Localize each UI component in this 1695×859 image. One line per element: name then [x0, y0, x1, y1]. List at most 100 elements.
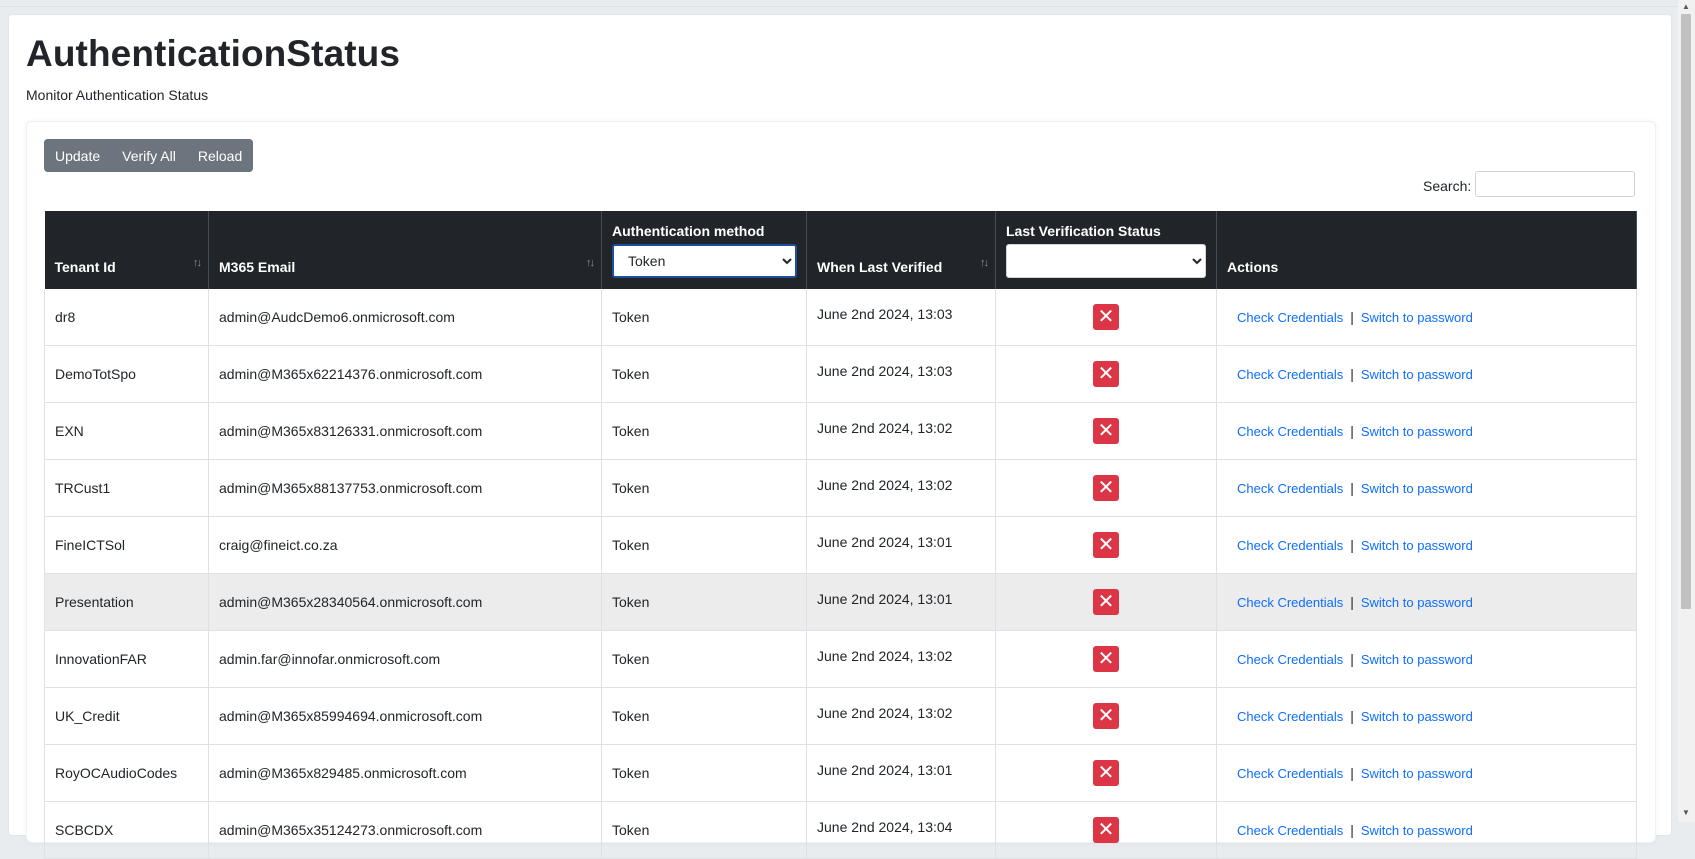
- last-verified-cell: June 2nd 2024, 13:04: [806, 801, 996, 859]
- email-cell: admin@AudcDemo6.onmicrosoft.com: [208, 289, 602, 346]
- tenant-id: UK_Credit: [55, 708, 120, 724]
- switch-to-password-link[interactable]: Switch to password: [1361, 310, 1473, 325]
- auth-method-cell: Token: [601, 459, 807, 517]
- search-label: Search:: [1423, 178, 1472, 194]
- table-row: TRCust1 admin@M365x88137753.onmicrosoft.…: [44, 459, 1637, 517]
- scroll-down-arrow-icon[interactable]: ▼: [1682, 808, 1690, 817]
- action-separator: |: [1350, 765, 1354, 781]
- m365-email: admin@M365x88137753.onmicrosoft.com: [219, 480, 483, 496]
- switch-to-password-link[interactable]: Switch to password: [1361, 481, 1473, 496]
- status-cell: ✕: [995, 289, 1217, 346]
- switch-to-password-link[interactable]: Switch to password: [1361, 538, 1473, 553]
- status-cell: ✕: [995, 402, 1217, 460]
- table-row: InnovationFAR admin.far@innofar.onmicros…: [44, 630, 1637, 688]
- verify-all-button[interactable]: Verify All: [111, 139, 187, 172]
- m365-email: admin@M365x28340564.onmicrosoft.com: [219, 594, 483, 610]
- last-verified-time: June 2nd 2024, 13:01: [817, 762, 953, 778]
- tenant-id-cell: InnovationFAR: [44, 630, 209, 688]
- email-cell: admin@M365x829485.onmicrosoft.com: [208, 744, 602, 802]
- actions-cell: Check Credentials | Switch to password: [1216, 573, 1637, 631]
- m365-email: admin@M365x62214376.onmicrosoft.com: [219, 366, 483, 382]
- check-credentials-link[interactable]: Check Credentials: [1237, 481, 1343, 496]
- table-body: dr8 admin@AudcDemo6.onmicrosoft.com Toke…: [44, 289, 1637, 859]
- status-failed-icon: ✕: [1093, 760, 1119, 786]
- update-button[interactable]: Update: [44, 139, 112, 172]
- switch-to-password-link[interactable]: Switch to password: [1361, 595, 1473, 610]
- sort-icon[interactable]: ↑↓: [586, 257, 595, 269]
- column-header-label: Tenant Id: [54, 259, 116, 275]
- actions-cell: Check Credentials | Switch to password: [1216, 516, 1637, 574]
- column-header-auth-method: Authentication method Token: [601, 211, 807, 289]
- table-row: SCBCDX admin@M365x35124273.onmicrosoft.c…: [44, 801, 1637, 859]
- scrollbar-thumb[interactable]: [1681, 14, 1691, 609]
- tenant-id: InnovationFAR: [55, 651, 147, 667]
- tenant-id-cell: DemoTotSpo: [44, 345, 209, 403]
- column-header-tenant-id[interactable]: Tenant Id ↑↓: [44, 211, 209, 289]
- table-row: RoyOCAudioCodes admin@M365x829485.onmicr…: [44, 744, 1637, 802]
- auth-method-filter-select[interactable]: Token: [612, 244, 797, 278]
- auth-method-cell: Token: [601, 345, 807, 403]
- last-status-filter-select[interactable]: [1006, 244, 1206, 278]
- reload-button[interactable]: Reload: [186, 139, 254, 172]
- auth-method: Token: [612, 537, 650, 553]
- status-cell: ✕: [995, 459, 1217, 517]
- action-separator: |: [1350, 594, 1354, 610]
- status-cell: ✕: [995, 687, 1217, 745]
- switch-to-password-link[interactable]: Switch to password: [1361, 709, 1473, 724]
- auth-method: Token: [612, 708, 650, 724]
- vertical-scrollbar[interactable]: ▲ ▼: [1678, 0, 1695, 822]
- last-verified-cell: June 2nd 2024, 13:01: [806, 573, 996, 631]
- switch-to-password-link[interactable]: Switch to password: [1361, 652, 1473, 667]
- sort-icon[interactable]: ↑↓: [980, 257, 989, 269]
- switch-to-password-link[interactable]: Switch to password: [1361, 424, 1473, 439]
- sort-icon[interactable]: ↑↓: [193, 257, 202, 269]
- switch-to-password-link[interactable]: Switch to password: [1361, 823, 1473, 838]
- actions-cell: Check Credentials | Switch to password: [1216, 289, 1637, 346]
- tenant-id: DemoTotSpo: [55, 366, 136, 382]
- last-verified-cell: June 2nd 2024, 13:03: [806, 289, 996, 346]
- column-header-label: Last Verification Status: [1006, 223, 1161, 239]
- column-header-label: Authentication method: [612, 223, 765, 239]
- toolbar-button-group: Update Verify All Reload: [44, 139, 254, 172]
- action-separator: |: [1350, 651, 1354, 667]
- check-credentials-link[interactable]: Check Credentials: [1237, 652, 1343, 667]
- actions-cell: Check Credentials | Switch to password: [1216, 801, 1637, 859]
- last-verified-time: June 2nd 2024, 13:02: [817, 477, 953, 493]
- tenant-id-cell: SCBCDX: [44, 801, 209, 859]
- check-credentials-link[interactable]: Check Credentials: [1237, 766, 1343, 781]
- tenant-id: SCBCDX: [55, 822, 114, 838]
- status-cell: ✕: [995, 573, 1217, 631]
- check-credentials-link[interactable]: Check Credentials: [1237, 538, 1343, 553]
- switch-to-password-link[interactable]: Switch to password: [1361, 367, 1473, 382]
- m365-email: admin@M365x35124273.onmicrosoft.com: [219, 822, 483, 838]
- auth-method-cell: Token: [601, 573, 807, 631]
- action-separator: |: [1350, 423, 1354, 439]
- last-verified-time: June 2nd 2024, 13:01: [817, 534, 953, 550]
- auth-method: Token: [612, 594, 650, 610]
- column-header-email[interactable]: M365 Email ↑↓: [208, 211, 602, 289]
- status-failed-icon: ✕: [1093, 703, 1119, 729]
- switch-to-password-link[interactable]: Switch to password: [1361, 766, 1473, 781]
- tenant-id: Presentation: [55, 594, 134, 610]
- check-credentials-link[interactable]: Check Credentials: [1237, 709, 1343, 724]
- last-verified-time: June 2nd 2024, 13:03: [817, 306, 953, 322]
- check-credentials-link[interactable]: Check Credentials: [1237, 823, 1343, 838]
- check-credentials-link[interactable]: Check Credentials: [1237, 310, 1343, 325]
- table-header-row: Tenant Id ↑↓ M365 Email ↑↓ Authenticatio…: [44, 211, 1637, 289]
- check-credentials-link[interactable]: Check Credentials: [1237, 424, 1343, 439]
- tenant-id: FineICTSol: [55, 537, 126, 553]
- search-input[interactable]: [1475, 171, 1635, 197]
- column-header-last-verified[interactable]: When Last Verified ↑↓: [806, 211, 996, 289]
- email-cell: admin.far@innofar.onmicrosoft.com: [208, 630, 602, 688]
- action-separator: |: [1350, 366, 1354, 382]
- check-credentials-link[interactable]: Check Credentials: [1237, 367, 1343, 382]
- check-credentials-link[interactable]: Check Credentials: [1237, 595, 1343, 610]
- tenant-id: EXN: [55, 423, 84, 439]
- last-verified-cell: June 2nd 2024, 13:02: [806, 402, 996, 460]
- table-row: UK_Credit admin@M365x85994694.onmicrosof…: [44, 687, 1637, 745]
- scroll-up-arrow-icon[interactable]: ▲: [1682, 2, 1690, 11]
- status-failed-icon: ✕: [1093, 418, 1119, 444]
- tenant-id: RoyOCAudioCodes: [55, 765, 178, 781]
- column-header-actions: Actions: [1216, 211, 1637, 289]
- column-header-label: M365 Email: [219, 259, 296, 275]
